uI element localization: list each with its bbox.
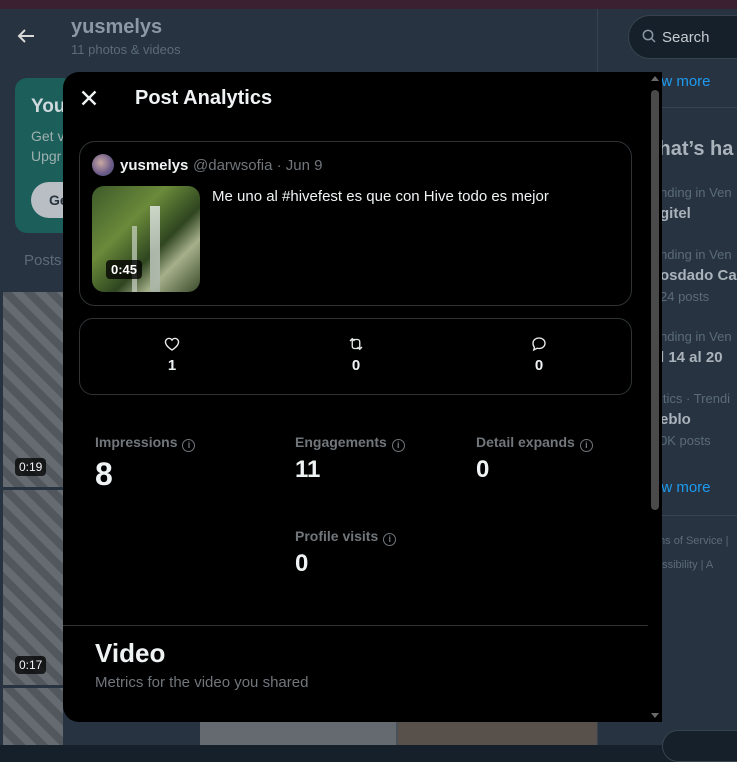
upgrade-line: Upgr [31,148,62,164]
messages-drawer[interactable] [662,730,737,762]
impressions-label-text: Impressions [95,434,178,450]
window-top-strip [0,0,737,9]
detail-expands-value: 0 [476,456,490,483]
trend-name[interactable]: osdado Ca [660,267,737,284]
post-analytics-modal: Post Analytics yusmelys @darwsofia · Jun… [63,72,648,722]
video-duration: 0:45 [106,260,143,279]
media-tile[interactable] [3,688,63,745]
impressions-metric: Impressions i 8 [95,434,196,493]
media-duration: 0:19 [15,458,47,476]
profile-visits-metric: Profile visits i 0 [295,528,397,578]
media-tile[interactable]: 0:19 [3,292,63,487]
post-preview-card[interactable]: yusmelys @darwsofia · Jun 9 0:45 Me uno … [79,141,632,306]
footer-accessibility-link[interactable]: essibility | A [656,559,713,571]
video-thumbnail[interactable]: 0:45 [92,186,200,292]
reposts-count: 0 [351,357,361,374]
trend-count: 24 posts [660,289,710,304]
media-tile[interactable]: 0:17 [3,490,63,685]
video-section-title: Video [95,638,166,668]
tab-posts[interactable]: Posts [24,252,62,269]
section-divider [63,625,648,626]
profile-visits-label: Profile visits i [295,528,397,546]
media-duration: 0:17 [15,656,47,674]
impressions-value: 8 [95,456,113,492]
media-grid: 0:19 0:17 [3,292,63,745]
scroll-up-arrow-icon[interactable] [651,76,659,81]
trend-name[interactable]: l 14 al 20 [660,349,723,366]
upgrade-title: You [31,96,66,117]
engagements-value: 11 [295,456,321,483]
heart-icon [164,337,180,351]
post-text: Me uno al #hivefest es que con Hive todo… [212,188,549,205]
trend-meta: nding in Ven [660,247,732,262]
engagements-label-text: Engagements [295,434,387,450]
waterfall-shape [150,206,160,292]
impressions-label: Impressions i [95,434,196,452]
detail-expands-metric: Detail expands i 0 [476,434,593,484]
info-icon[interactable]: i [383,533,397,546]
modal-title: Post Analytics [135,87,273,109]
close-icon[interactable] [76,85,102,111]
back-arrow-icon[interactable] [14,24,38,48]
trend-count: 0K posts [660,433,711,448]
scroll-down-arrow-icon[interactable] [651,713,659,718]
info-icon[interactable]: i [182,439,196,452]
search-placeholder: Search [662,29,710,46]
engagement-summary: 1 0 0 [79,318,632,395]
replies-count: 0 [534,357,544,374]
whats-happening-heading: /hat’s ha [653,138,734,160]
upgrade-line: Get v [31,128,65,144]
video-section-subtitle: Metrics for the video you shared [95,674,309,691]
media-tile[interactable] [200,722,396,745]
trend-name[interactable]: gitel [660,205,691,222]
reply-icon [532,337,546,352]
search-icon [642,29,656,43]
engagements-label: Engagements i [295,434,405,452]
trend-meta: itics · Trendi [660,391,731,406]
engagements-metric: Engagements i 11 [295,434,405,484]
post-author-meta: @darwsofia · Jun 9 [193,157,323,174]
reposts-stat: 0 [326,335,386,374]
profile-media-count: 11 photos & videos [71,42,181,57]
avatar [92,154,114,176]
scrollbar-thumb[interactable] [651,90,659,510]
modal-scrollbar[interactable] [648,72,662,722]
detail-expands-label-text: Detail expands [476,434,575,450]
likes-count: 1 [167,357,177,374]
info-icon[interactable]: i [391,439,405,452]
profile-visits-label-text: Profile visits [295,528,379,544]
trend-name[interactable]: eblo [660,411,691,428]
likes-stat: 1 [142,335,202,374]
replies-stat: 0 [509,335,569,374]
trend-meta: nding in Ven [660,185,732,200]
trend-meta: nding in Ven [660,329,732,344]
media-thumbnail [3,688,63,745]
footer-terms-link[interactable]: ms of Service | [656,535,729,547]
detail-expands-label: Detail expands i [476,434,593,452]
profile-name: yusmelys [71,16,163,38]
info-icon[interactable]: i [579,439,593,452]
waterfall-shape [132,226,137,292]
media-row-bottom [200,722,597,745]
post-author-name: yusmelys [120,157,189,174]
media-tile[interactable] [398,722,597,745]
repost-icon [349,337,363,351]
profile-visits-value: 0 [295,550,309,577]
